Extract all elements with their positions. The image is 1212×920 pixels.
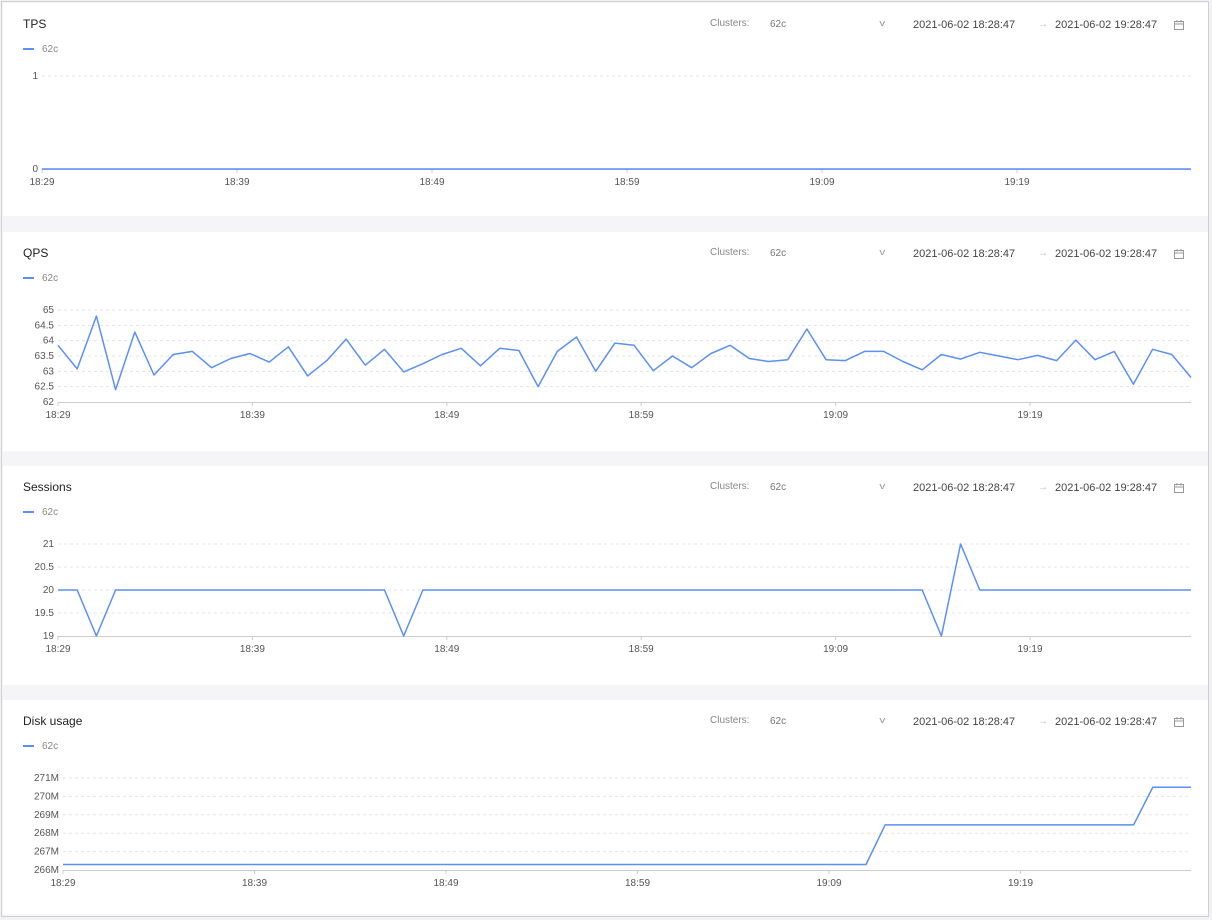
y-tick-label: 1 (32, 71, 38, 82)
x-tick-label: 18:39 (240, 410, 265, 421)
x-tick-label: 18:39 (242, 878, 267, 889)
x-tick-label: 19:19 (1017, 410, 1042, 421)
x-tick-label: 18:49 (434, 410, 459, 421)
x-tick-label: 18:39 (240, 644, 265, 655)
metric-panel-disk-usage: Disk usage 62c Clusters: 62c v 2021-06-0… (3, 700, 1208, 914)
y-tick-label: 21 (43, 539, 55, 550)
metric-panel-tps: TPS 62c Clusters: 62c v 2021-06-02 18:28… (3, 3, 1208, 216)
x-tick-label: 19:19 (1004, 177, 1029, 188)
disk-usage-chart: 266M 267M 268M 269M 270M 271M 18:29 18:39 18:49 1… (34, 773, 1191, 889)
series-line-62c (58, 543, 1191, 637)
x-tick-label: 18:49 (419, 177, 444, 188)
x-tick-label: 18:29 (45, 644, 70, 655)
y-tick-label: 268M (34, 828, 59, 839)
x-tick-label: 18:59 (614, 177, 639, 188)
series-line-62c (63, 786, 1191, 866)
x-tick-label: 18:29 (50, 878, 75, 889)
y-tick-label: 267M (34, 847, 59, 858)
y-tick-label: 62.5 (35, 382, 55, 393)
y-tick-label: 63 (43, 366, 55, 377)
x-tick-label: 18:29 (29, 177, 54, 188)
x-tick-label: 19:19 (1008, 878, 1033, 889)
x-tick-label: 18:59 (629, 644, 654, 655)
x-tick-label: 18:39 (224, 177, 249, 188)
y-tick-label: 271M (34, 773, 59, 784)
series-line-62c (57, 315, 1192, 391)
y-tick-label: 19 (43, 631, 55, 642)
y-tick-label: 63.5 (35, 351, 55, 362)
y-tick-label: 19.5 (35, 608, 55, 619)
y-tick-label: 269M (34, 810, 59, 821)
y-tick-label: 20.5 (35, 562, 55, 573)
sessions-chart: 19 19.5 20 20.5 21 18:29 18:39 18:49 18:59 19:09 1… (35, 539, 1191, 655)
x-tick-label: 18:59 (629, 410, 654, 421)
y-tick-label: 62 (43, 397, 55, 408)
y-tick-label: 65 (43, 305, 55, 316)
y-tick-label: 0 (32, 164, 38, 175)
y-tick-label: 266M (34, 865, 59, 876)
y-tick-label: 64.5 (35, 320, 55, 331)
tps-chart: 0 1 18:29 18:39 18:49 18:59 19:09 19:19 (29, 71, 1191, 188)
y-tick-label: 64 (43, 336, 55, 347)
x-tick-label: 19:09 (823, 410, 848, 421)
x-tick-label: 18:49 (433, 878, 458, 889)
x-tick-label: 19:09 (816, 878, 841, 889)
x-tick-label: 18:49 (434, 644, 459, 655)
y-tick-label: 20 (43, 585, 55, 596)
x-tick-label: 19:09 (809, 177, 834, 188)
y-tick-label: 270M (34, 791, 59, 802)
metric-panel-sessions: Sessions 62c Clusters: 62c v 2021-06-02 … (3, 466, 1208, 685)
qps-chart: 62 62.5 63 63.5 64 64.5 65 18:29 18:39 18:49 18:59… (35, 305, 1192, 421)
x-tick-label: 18:59 (625, 878, 650, 889)
x-tick-label: 18:29 (45, 410, 70, 421)
x-tick-label: 19:19 (1017, 644, 1042, 655)
x-tick-label: 19:09 (823, 644, 848, 655)
metric-panel-qps: QPS 62c Clusters: 62c v 2021-06-02 18:28… (3, 232, 1208, 451)
